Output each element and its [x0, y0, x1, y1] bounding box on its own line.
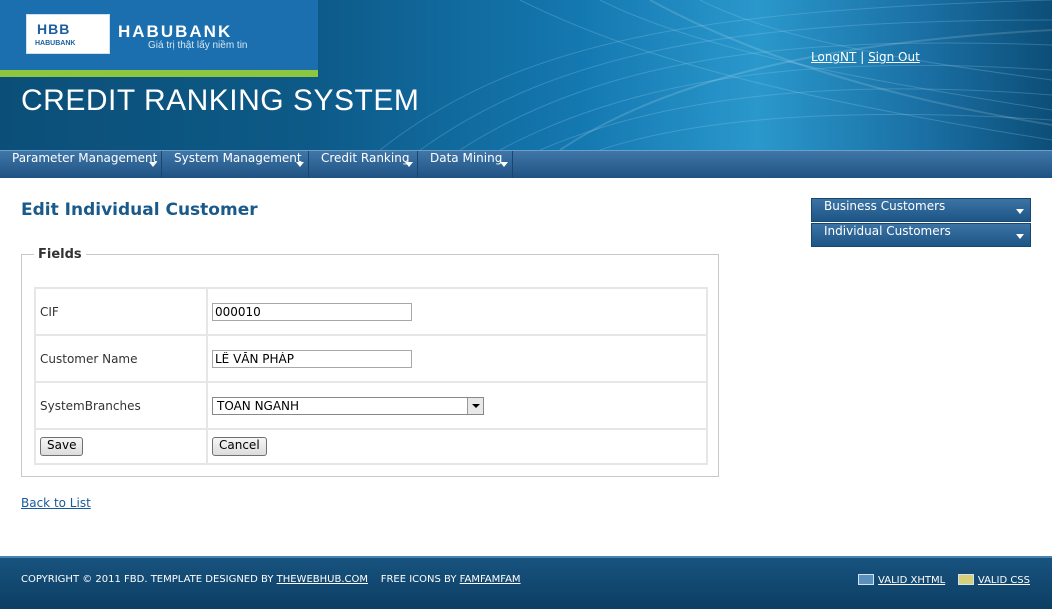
nav-parameter-management[interactable]: Parameter Management [0, 151, 162, 178]
form-row-actions: Save Cancel [34, 428, 708, 465]
brand-slogan: Giá trị thật lấy niềm tin [148, 40, 248, 51]
xhtml-icon [858, 574, 875, 585]
logo-subtext: HABUBANK [35, 40, 76, 47]
customer-name-cell [206, 334, 708, 383]
cif-input[interactable] [212, 302, 412, 321]
sidebar-item-individual-customers[interactable]: Individual Customers [811, 223, 1031, 247]
cif-label: CIF [34, 287, 208, 336]
main-nav: Parameter Management System Management C… [0, 150, 1052, 178]
chevron-down-icon [1016, 234, 1024, 239]
sidebar-item-business-customers[interactable]: Business Customers [811, 198, 1031, 222]
chevron-down-icon [1016, 209, 1024, 214]
valid-xhtml-link[interactable]: VALID XHTML [878, 575, 945, 586]
page-title: Edit Individual Customer [21, 200, 258, 220]
form-row-customer-name: Customer Name [34, 334, 708, 383]
select-value: TOAN NGANH [217, 398, 300, 413]
system-title: CREDIT RANKING SYSTEM [21, 84, 420, 117]
sidebar-item-label: Business Customers [824, 199, 946, 213]
copyright-text: COPYRIGHT © 2011 FBD. TEMPLATE DESIGNED … [21, 574, 277, 585]
footer-validators: VALID XHTML VALID CSS [858, 574, 1030, 586]
nav-label: System Management [174, 151, 302, 165]
form-row-cif: CIF [34, 287, 708, 336]
chevron-down-icon [296, 162, 304, 167]
cancel-button[interactable]: Cancel [212, 437, 267, 456]
customer-name-label: Customer Name [34, 334, 208, 383]
user-link[interactable]: LongNT [811, 50, 856, 64]
nav-label: Credit Ranking [321, 151, 410, 165]
chevron-down-icon [500, 162, 508, 167]
chevron-down-icon [149, 162, 157, 167]
user-links: LongNT | Sign Out [811, 50, 920, 64]
user-separator: | [860, 50, 865, 64]
sign-out-link[interactable]: Sign Out [868, 50, 920, 64]
edit-form-table: CIF Customer Name SystemBranches TOAN NG… [34, 287, 708, 465]
sidebar-item-label: Individual Customers [824, 224, 951, 238]
nav-credit-ranking[interactable]: Credit Ranking [309, 151, 418, 178]
cif-cell [206, 287, 708, 336]
dropdown-arrow-icon[interactable] [467, 397, 483, 414]
cancel-cell: Cancel [206, 428, 708, 465]
save-button[interactable]: Save [40, 437, 84, 456]
nav-label: Parameter Management [12, 151, 158, 165]
system-branches-select[interactable]: TOAN NGANH [212, 396, 484, 415]
nav-system-management[interactable]: System Management [162, 151, 309, 178]
bank-logo: HBB HABUBANK [26, 14, 110, 54]
form-row-system-branches: SystemBranches TOAN NGANH [34, 381, 708, 430]
logo-accent-bar [0, 70, 318, 77]
brand-name: HABUBANK [118, 22, 233, 41]
footer: COPYRIGHT © 2011 FBD. TEMPLATE DESIGNED … [0, 556, 1052, 609]
system-branches-label: SystemBranches [34, 381, 208, 430]
customer-name-input[interactable] [212, 349, 412, 368]
nav-label: Data Mining [430, 151, 503, 165]
nav-data-mining[interactable]: Data Mining [418, 151, 513, 178]
icons-credit-text: FREE ICONS BY [380, 574, 460, 585]
fieldset-legend: Fields [38, 247, 82, 262]
back-to-list-link[interactable]: Back to List [21, 496, 91, 510]
sidebar-menu: Business Customers Individual Customers [811, 198, 1031, 248]
save-cell: Save [34, 428, 208, 465]
designer-link[interactable]: THEWEBHUB.COM [277, 574, 368, 585]
icons-link[interactable]: FAMFAMFAM [460, 574, 521, 585]
footer-credits: COPYRIGHT © 2011 FBD. TEMPLATE DESIGNED … [21, 574, 521, 585]
css-icon [957, 574, 974, 585]
system-branches-cell: TOAN NGANH [206, 381, 708, 430]
logo-text: HBB [37, 21, 71, 37]
chevron-down-icon [405, 162, 413, 167]
valid-css-link[interactable]: VALID CSS [978, 575, 1030, 586]
header-banner: HBB HABUBANK HABUBANK Giá trị thật lấy n… [0, 0, 1052, 150]
